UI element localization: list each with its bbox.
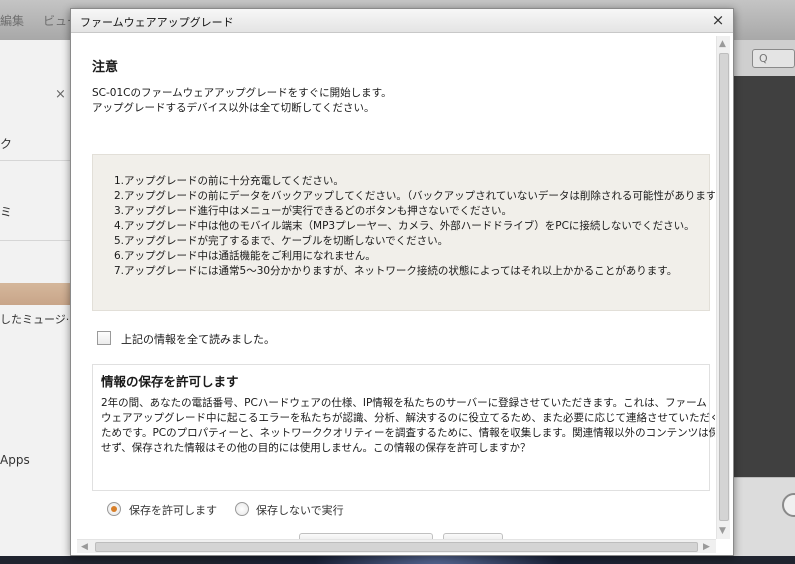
info-storage-text: せず、保存された情報はその他の目的には使用しません。この情報の保存を許可しますか… bbox=[101, 442, 531, 454]
background-sidebar-apps-item[interactable]: Apps bbox=[0, 453, 30, 467]
intro-line: SC-01Cのファームウェアアップグレードをすぐに開始します。 bbox=[92, 87, 392, 99]
scroll-left-icon[interactable]: ◀ bbox=[81, 542, 88, 552]
intro-line: アップグレードするデバイス以外は全て切断してください。 bbox=[92, 102, 375, 114]
horizontal-scroll-thumb[interactable] bbox=[95, 542, 698, 552]
skip-storage-label[interactable]: 保存しないで実行 bbox=[256, 502, 344, 518]
precaution-item: 4.アップグレード中は他のモバイル端末（MP3プレーヤー、カメラ、外部ハードドラ… bbox=[114, 220, 695, 232]
background-menu-edit[interactable]: 編集 bbox=[0, 12, 24, 29]
scroll-right-icon[interactable]: ▶ bbox=[703, 542, 710, 552]
vertical-scroll-thumb[interactable] bbox=[719, 53, 729, 521]
skip-storage-radio[interactable] bbox=[235, 502, 249, 516]
precaution-item: 2.アップグレードの前にデータをバックアップしてください。（バックアップされてい… bbox=[114, 190, 715, 202]
background-sidebar-highlight bbox=[0, 283, 72, 305]
search-icon: Q bbox=[759, 52, 768, 65]
scroll-down-icon[interactable]: ▼ bbox=[719, 526, 726, 536]
background-sidebar-divider bbox=[0, 240, 72, 241]
firmware-upgrade-dialog: ファームウェアアップグレード × 注意 SC-01Cのファームウェアアップグレー… bbox=[70, 8, 734, 556]
notice-heading: 注意 bbox=[92, 60, 119, 75]
allow-storage-radio[interactable] bbox=[107, 502, 121, 516]
background-right-footer bbox=[732, 477, 795, 556]
scroll-up-icon[interactable]: ▲ bbox=[719, 39, 726, 49]
dialog-content: 注意 SC-01Cのファームウェアアップグレードをすぐに開始します。 アップグレ… bbox=[77, 36, 715, 539]
dialog-titlebar: ファームウェアアップグレード × bbox=[71, 9, 733, 33]
background-sidebar-close-icon[interactable]: × bbox=[55, 87, 66, 102]
precaution-item: 7.アップグレードには通常5〜30分かかりますが、ネットワーク接続の状態によって… bbox=[114, 265, 678, 277]
horizontal-scrollbar[interactable]: ◀ ▶ bbox=[77, 539, 716, 553]
precautions-box: 1.アップグレードの前に十分充電してください。 2.アップグレードの前にデータを… bbox=[92, 154, 715, 311]
background-search-field[interactable]: Q bbox=[752, 49, 795, 68]
info-storage-text: ためです。PCのプロパティーと、ネットワーククオリティーを調査するために、情報を… bbox=[101, 427, 715, 439]
precaution-item: 3.アップグレード進行中はメニューが実行できるどのボタンも押さないでください。 bbox=[114, 205, 512, 217]
info-storage-text: ウェアアップグレード中に起こるエラーを私たちが認識、分析、解決するのに役立てるた… bbox=[101, 412, 715, 424]
background-sidebar-divider bbox=[0, 160, 72, 161]
background-sidebar-text-1: ク bbox=[0, 137, 13, 151]
read-all-checkbox[interactable] bbox=[97, 331, 111, 345]
info-storage-text: 2年の間、あなたの電話番号、PCハードウェアの仕様、IP情報を私たちのサーバーに… bbox=[101, 397, 707, 409]
vertical-scrollbar[interactable]: ▲ ▼ bbox=[716, 36, 730, 539]
read-all-label[interactable]: 上記の情報を全て読みました。 bbox=[121, 331, 275, 347]
close-button[interactable]: × bbox=[710, 12, 726, 28]
info-storage-box: 情報の保存を許可します 2年の間、あなたの電話番号、PCハードウェアの仕様、IP… bbox=[92, 364, 715, 491]
dialog-title: ファームウェアアップグレード bbox=[80, 16, 234, 29]
precaution-item: 5.アップグレードが完了するまで、ケーブルを切断しないでください。 bbox=[114, 235, 449, 247]
info-storage-heading: 情報の保存を許可します bbox=[101, 374, 239, 389]
precaution-item: 1.アップグレードの前に十分充電してください。 bbox=[114, 175, 344, 187]
precaution-item: 6.アップグレード中は通話機能をご利用になれません。 bbox=[114, 250, 376, 262]
allow-storage-label[interactable]: 保存を許可します bbox=[129, 502, 217, 518]
background-sidebar-text-2: ミ bbox=[0, 205, 13, 219]
background-sidebar-music-item[interactable]: したミュージ··· bbox=[0, 311, 76, 327]
